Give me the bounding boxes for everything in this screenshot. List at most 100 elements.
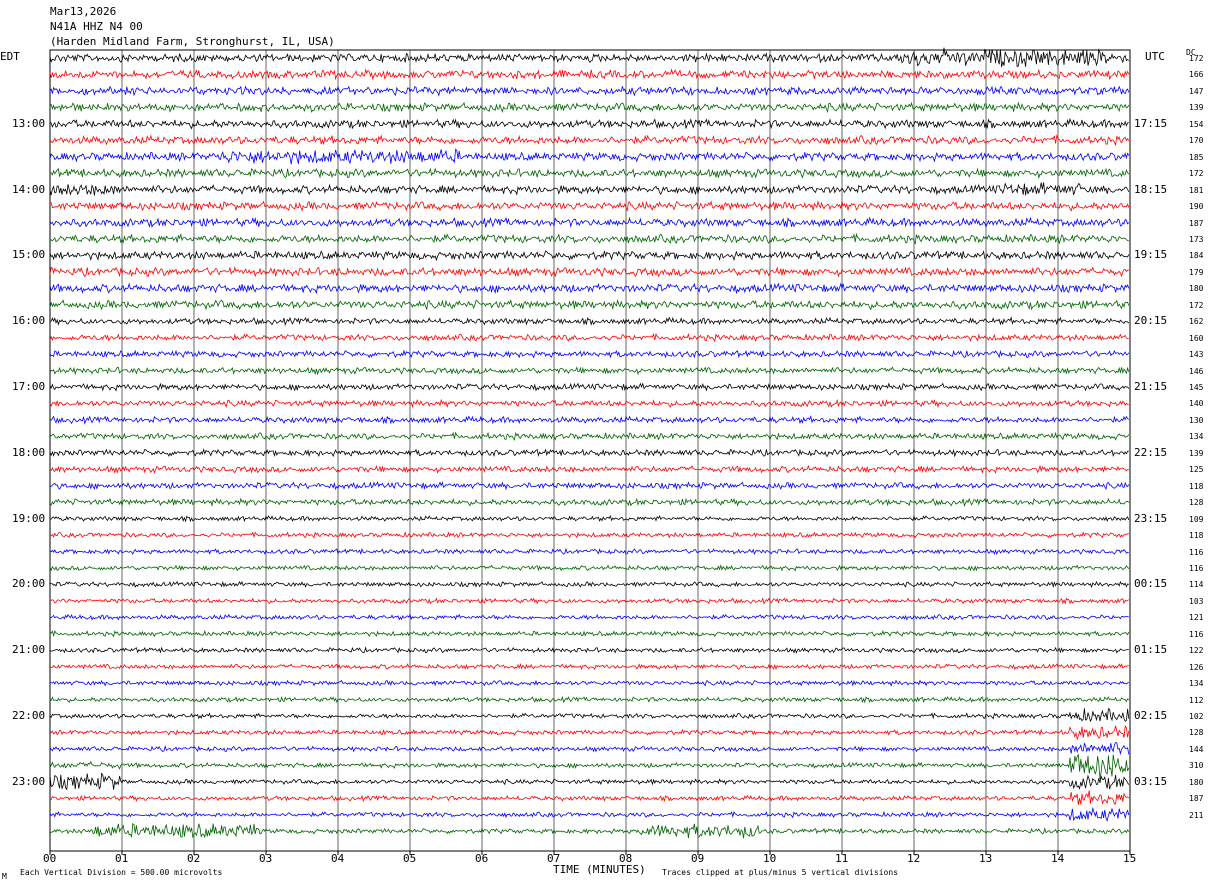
left-hour-label: 14:00: [12, 182, 46, 196]
dc-offset-label: 112: [1189, 695, 1204, 705]
trace-row-25: [49, 464, 1129, 475]
helicorder-plot: [49, 47, 1131, 855]
left-hour-label: 13:00: [12, 116, 46, 130]
x-tick-label: 14: [1051, 852, 1065, 865]
trace-row-2: [49, 85, 1130, 97]
trace-row-42: [49, 742, 1130, 756]
right-hour-label: 00:15: [1134, 577, 1168, 591]
right-hour-label: 18:15: [1134, 182, 1168, 196]
left-hour-label: 18:00: [12, 445, 46, 459]
trace-row-21: [49, 398, 1129, 409]
x-tick-label: 06: [475, 852, 489, 865]
dc-offset-label: 144: [1189, 744, 1204, 754]
dc-offset-label: 211: [1189, 810, 1204, 820]
dc-offset-label: 109: [1189, 514, 1204, 524]
dc-offset-label: 139: [1189, 448, 1204, 458]
x-tick-label: 05: [403, 852, 417, 865]
x-tick-label: 09: [691, 852, 705, 865]
dc-offset-label: 147: [1189, 86, 1204, 96]
trace-row-9: [49, 200, 1130, 212]
trace-row-17: [49, 332, 1129, 343]
trace-row-23: [49, 431, 1130, 442]
trace-row-35: [49, 629, 1130, 638]
plot-frame: [49, 49, 1131, 852]
trace-row-20: [49, 382, 1130, 392]
trace-row-26: [49, 481, 1130, 491]
trace-row-47: [49, 822, 1130, 839]
trace-row-40: [49, 708, 1130, 723]
trace-row-8: [49, 182, 1130, 196]
dc-offset-label: 118: [1189, 531, 1204, 541]
dc-offset-label: 179: [1189, 267, 1204, 277]
trace-row-39: [49, 695, 1130, 704]
trace-row-43: [49, 753, 1130, 780]
dc-offset-label: 116: [1189, 563, 1204, 573]
x-tick-label: 04: [331, 852, 345, 865]
dc-offset-label: 190: [1189, 202, 1204, 212]
x-tick-label: 13: [979, 852, 993, 865]
dc-offset-label: 187: [1189, 218, 1204, 228]
dc-offset-label: 140: [1189, 399, 1204, 409]
trace-row-4: [49, 117, 1129, 130]
trace-row-24: [49, 448, 1129, 458]
trace-row-5: [49, 134, 1130, 147]
trace-row-44: [49, 772, 1130, 791]
dc-offset-label: 134: [1189, 679, 1204, 689]
dc-offset-label: 172: [1189, 169, 1204, 179]
dc-offset-label: 128: [1189, 728, 1204, 738]
trace-row-12: [49, 249, 1130, 262]
right-hour-label: 17:15: [1134, 116, 1168, 130]
left-hour-label: 23:00: [12, 774, 46, 788]
trace-row-32: [49, 580, 1129, 589]
trace-row-38: [49, 679, 1130, 687]
x-tick-label: 15: [1123, 852, 1137, 865]
dc-offset-label: 160: [1189, 333, 1204, 343]
trace-row-14: [49, 282, 1130, 295]
dc-offset-label: 162: [1189, 317, 1204, 327]
dc-offset-label: 185: [1189, 152, 1204, 162]
x-tick-label: 02: [187, 852, 201, 865]
dc-offset-label: 116: [1189, 547, 1204, 557]
trace-row-19: [49, 366, 1130, 376]
dc-offset-label: 166: [1189, 70, 1204, 80]
x-axis-label: TIME (MINUTES): [553, 863, 646, 876]
left-hour-label: 19:00: [12, 511, 46, 525]
dc-offset-label: 118: [1189, 481, 1204, 491]
clip-note: Traces clipped at plus/minus 5 vertical …: [662, 868, 899, 877]
dc-offset-label: 122: [1189, 646, 1204, 656]
left-hour-label: 21:00: [12, 643, 46, 657]
dc-offset-label: 134: [1189, 432, 1204, 442]
right-hour-label: 22:15: [1134, 445, 1168, 459]
right-hour-label: 23:15: [1134, 511, 1168, 525]
trace-row-22: [49, 414, 1130, 425]
left-hour-label: 16:00: [12, 314, 46, 328]
trace-row-7: [49, 167, 1130, 180]
trace-row-45: [49, 790, 1130, 805]
x-tick-label: 10: [763, 852, 777, 865]
trace-row-27: [49, 497, 1130, 508]
trace-row-31: [49, 564, 1130, 572]
trace-row-13: [49, 266, 1129, 278]
scale-note: Each Vertical Division = 500.00 microvol…: [20, 868, 223, 877]
right-hour-label: 01:15: [1134, 643, 1168, 657]
dc-offset-label: 187: [1189, 794, 1204, 804]
trace-row-33: [49, 597, 1130, 605]
x-tick-label: 03: [259, 852, 273, 865]
trace-row-46: [49, 806, 1130, 822]
dc-offset-label: 170: [1189, 136, 1204, 146]
left-hour-label: 15:00: [12, 248, 46, 262]
trace-row-0: [49, 47, 1130, 68]
trace-row-29: [49, 531, 1129, 539]
corner-mark: M: [2, 872, 7, 881]
dc-offset-label: 172: [1189, 300, 1204, 310]
dc-offset-label: 172: [1189, 54, 1204, 63]
dc-offset-label: 121: [1189, 613, 1204, 623]
left-hour-label: 20:00: [12, 577, 46, 591]
trace-row-30: [49, 547, 1129, 556]
trace-row-1: [49, 68, 1130, 81]
dc-offset-label: 184: [1189, 251, 1204, 261]
dc-offset-label: 103: [1189, 596, 1204, 606]
dc-offset-label: 102: [1189, 712, 1204, 721]
left-hour-label: 22:00: [12, 709, 46, 722]
right-hour-label: 19:15: [1134, 248, 1168, 262]
